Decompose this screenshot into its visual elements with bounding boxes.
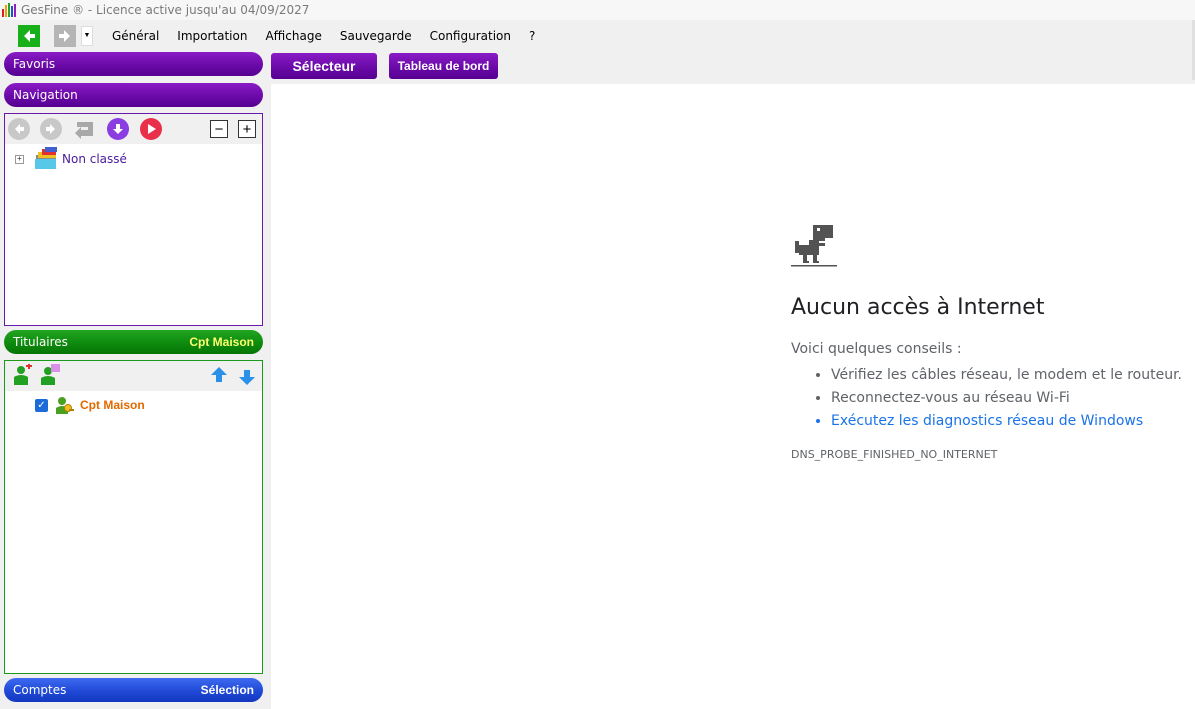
menu-general[interactable]: Général bbox=[103, 29, 168, 43]
key-user-icon bbox=[56, 397, 74, 414]
check-icon: ✓ bbox=[37, 399, 46, 411]
forward-button[interactable] bbox=[54, 24, 76, 47]
move-down-button[interactable] bbox=[238, 368, 256, 389]
history-dropdown[interactable]: ▼ bbox=[81, 25, 93, 46]
navigation-panel: − + + Non classé bbox=[4, 113, 263, 326]
tab-selecteur-label: Sélecteur bbox=[292, 58, 356, 74]
dino-icon bbox=[791, 225, 837, 267]
window-title: GesFine ® - Licence active jusqu'au 04/0… bbox=[21, 3, 310, 17]
app-logo-icon bbox=[2, 3, 16, 17]
comptes-label: Comptes bbox=[13, 683, 67, 697]
error-subtitle: Voici quelques conseils : bbox=[791, 341, 962, 357]
expand-all-button[interactable]: + bbox=[238, 120, 256, 138]
arrow-right-icon bbox=[46, 124, 55, 134]
main-content: Aucun accès à Internet Voici quelques co… bbox=[271, 84, 1195, 709]
tree-item-non-classe[interactable]: + Non classé bbox=[15, 147, 127, 171]
edit-user-icon bbox=[41, 364, 60, 385]
tab-tableau-de-bord[interactable]: Tableau de bord bbox=[389, 53, 498, 79]
favoris-label: Favoris bbox=[13, 57, 56, 71]
error-title: Aucun accès à Internet bbox=[791, 295, 1045, 320]
arrow-down-icon bbox=[113, 124, 123, 134]
titulaires-current: Cpt Maison bbox=[189, 335, 254, 349]
move-up-button[interactable] bbox=[210, 366, 228, 387]
arrow-left-icon bbox=[24, 29, 35, 42]
titulaire-checkbox[interactable]: ✓ bbox=[35, 398, 48, 412]
nav-forward-button[interactable] bbox=[40, 118, 62, 140]
menu-importation[interactable]: Importation bbox=[168, 29, 256, 43]
back-button[interactable] bbox=[18, 24, 40, 47]
titulaire-label: Cpt Maison bbox=[80, 398, 145, 412]
caret-down-icon: ▼ bbox=[83, 32, 91, 39]
error-code: DNS_PROBE_FINISHED_NO_INTERNET bbox=[791, 448, 998, 461]
play-icon bbox=[148, 124, 156, 134]
title-bar: GesFine ® - Licence active jusqu'au 04/0… bbox=[0, 0, 1195, 20]
menu-sauvegarde[interactable]: Sauvegarde bbox=[331, 29, 421, 43]
favoris-header[interactable]: Favoris bbox=[4, 52, 263, 76]
navigation-toolbar: − + bbox=[5, 114, 262, 144]
nav-back-button[interactable] bbox=[8, 118, 30, 140]
titulaires-toolbar bbox=[5, 361, 262, 391]
return-arrow-icon bbox=[75, 122, 93, 139]
sidebar: Favoris Navigation − + + Non classé Titu… bbox=[0, 51, 268, 709]
navigation-label: Navigation bbox=[13, 88, 78, 102]
arrow-left-icon bbox=[15, 124, 24, 134]
main-menu: Général Importation Affichage Sauvegarde… bbox=[103, 29, 544, 43]
menu-bar: ▼ Général Importation Affichage Sauvegar… bbox=[0, 20, 1195, 51]
menu-help[interactable]: ? bbox=[520, 29, 544, 43]
plus-icon: + bbox=[17, 154, 22, 163]
tab-strip: Sélecteur Tableau de bord bbox=[268, 51, 1195, 84]
minus-icon: − bbox=[214, 120, 224, 138]
nav-return-button[interactable] bbox=[74, 118, 96, 140]
titulaires-label: Titulaires bbox=[13, 335, 68, 349]
error-tip: Vérifiez les câbles réseau, le modem et … bbox=[831, 365, 1182, 388]
diagnostics-link[interactable]: Exécutez les diagnostics réseau de Windo… bbox=[831, 411, 1182, 434]
folder-icon bbox=[35, 147, 57, 169]
arrow-up-icon bbox=[211, 367, 227, 382]
titulaire-item[interactable]: ✓ Cpt Maison bbox=[35, 395, 145, 415]
nav-play-button[interactable] bbox=[140, 118, 162, 140]
tree-expander[interactable]: + bbox=[15, 154, 24, 164]
error-tips: Vérifiez les câbles réseau, le modem et … bbox=[831, 365, 1182, 434]
add-user-icon bbox=[14, 363, 32, 385]
edit-holder-button[interactable] bbox=[39, 364, 61, 389]
collapse-all-button[interactable]: − bbox=[210, 120, 228, 138]
tab-selecteur[interactable]: Sélecteur bbox=[271, 53, 377, 79]
add-holder-button[interactable] bbox=[11, 363, 33, 389]
tab-tableau-de-bord-label: Tableau de bord bbox=[397, 59, 490, 73]
tree-item-label: Non classé bbox=[62, 152, 127, 166]
navigation-header[interactable]: Navigation bbox=[4, 83, 263, 107]
comptes-current: Sélection bbox=[200, 683, 254, 697]
menu-affichage[interactable]: Affichage bbox=[256, 29, 330, 43]
nav-down-button[interactable] bbox=[107, 118, 129, 140]
titulaires-header[interactable]: Titulaires Cpt Maison bbox=[4, 330, 263, 354]
arrow-right-icon bbox=[59, 29, 70, 42]
titulaires-panel: ✓ Cpt Maison bbox=[4, 360, 263, 674]
error-tip: Reconnectez-vous au réseau Wi-Fi bbox=[831, 388, 1182, 411]
arrow-down-icon bbox=[239, 370, 255, 385]
menu-configuration[interactable]: Configuration bbox=[421, 29, 520, 43]
comptes-header[interactable]: Comptes Sélection bbox=[4, 678, 263, 702]
plus-icon: + bbox=[242, 120, 252, 138]
